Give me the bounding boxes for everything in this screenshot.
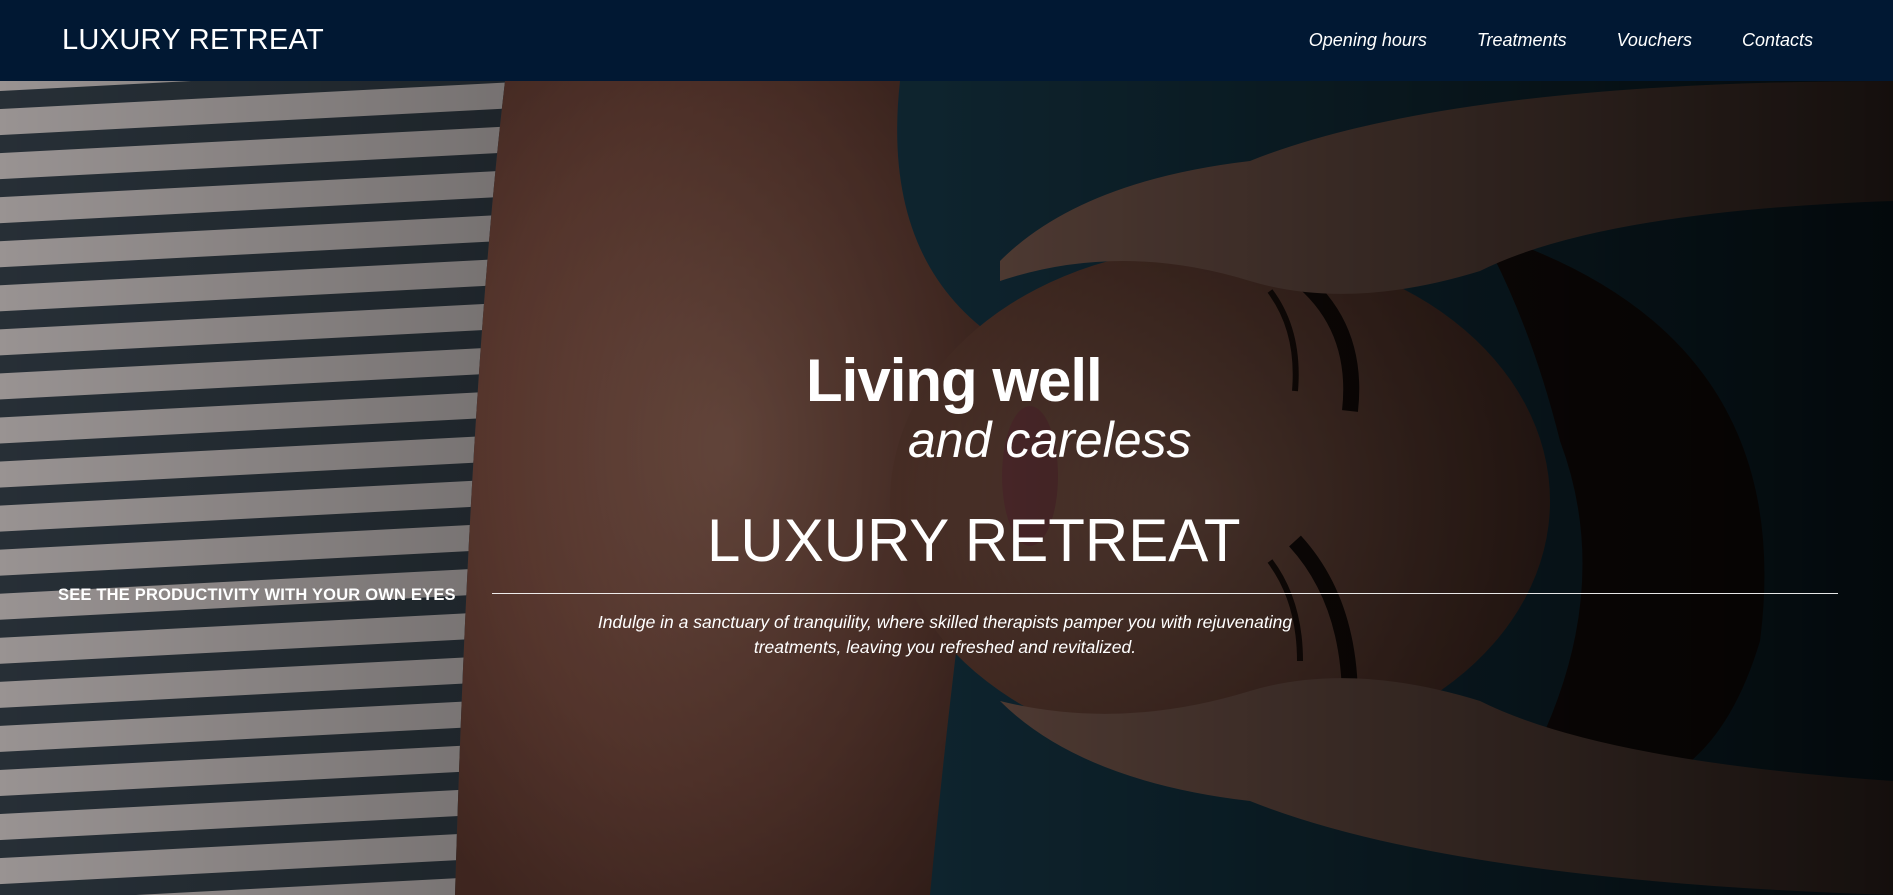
brand-logo-link[interactable]: LUXURY RETREAT <box>62 24 324 57</box>
nav-link-treatments[interactable]: Treatments <box>1477 30 1567 51</box>
hero-section: Living well and careless LUXURY RETREAT … <box>0 81 1893 895</box>
hero-cta-link[interactable]: SEE THE PRODUCTIVITY WITH YOUR OWN EYES <box>58 586 456 605</box>
hero-overlay <box>0 81 1893 895</box>
hero-brand-title: LUXURY RETREAT <box>707 507 1241 574</box>
hero-description: Indulge in a sanctuary of tranquility, w… <box>597 612 1293 657</box>
hero-headline: Living well <box>806 347 1103 414</box>
nav-link-vouchers[interactable]: Vouchers <box>1617 30 1692 51</box>
top-navbar: LUXURY RETREAT Opening hours Treatments … <box>0 0 1893 81</box>
hero-subheadline: and careless <box>908 412 1192 468</box>
nav-link-opening-hours[interactable]: Opening hours <box>1309 30 1427 51</box>
hero-divider <box>492 593 1838 594</box>
nav-link-contacts[interactable]: Contacts <box>1742 30 1813 51</box>
main-nav: Opening hours Treatments Vouchers Contac… <box>1309 30 1813 51</box>
